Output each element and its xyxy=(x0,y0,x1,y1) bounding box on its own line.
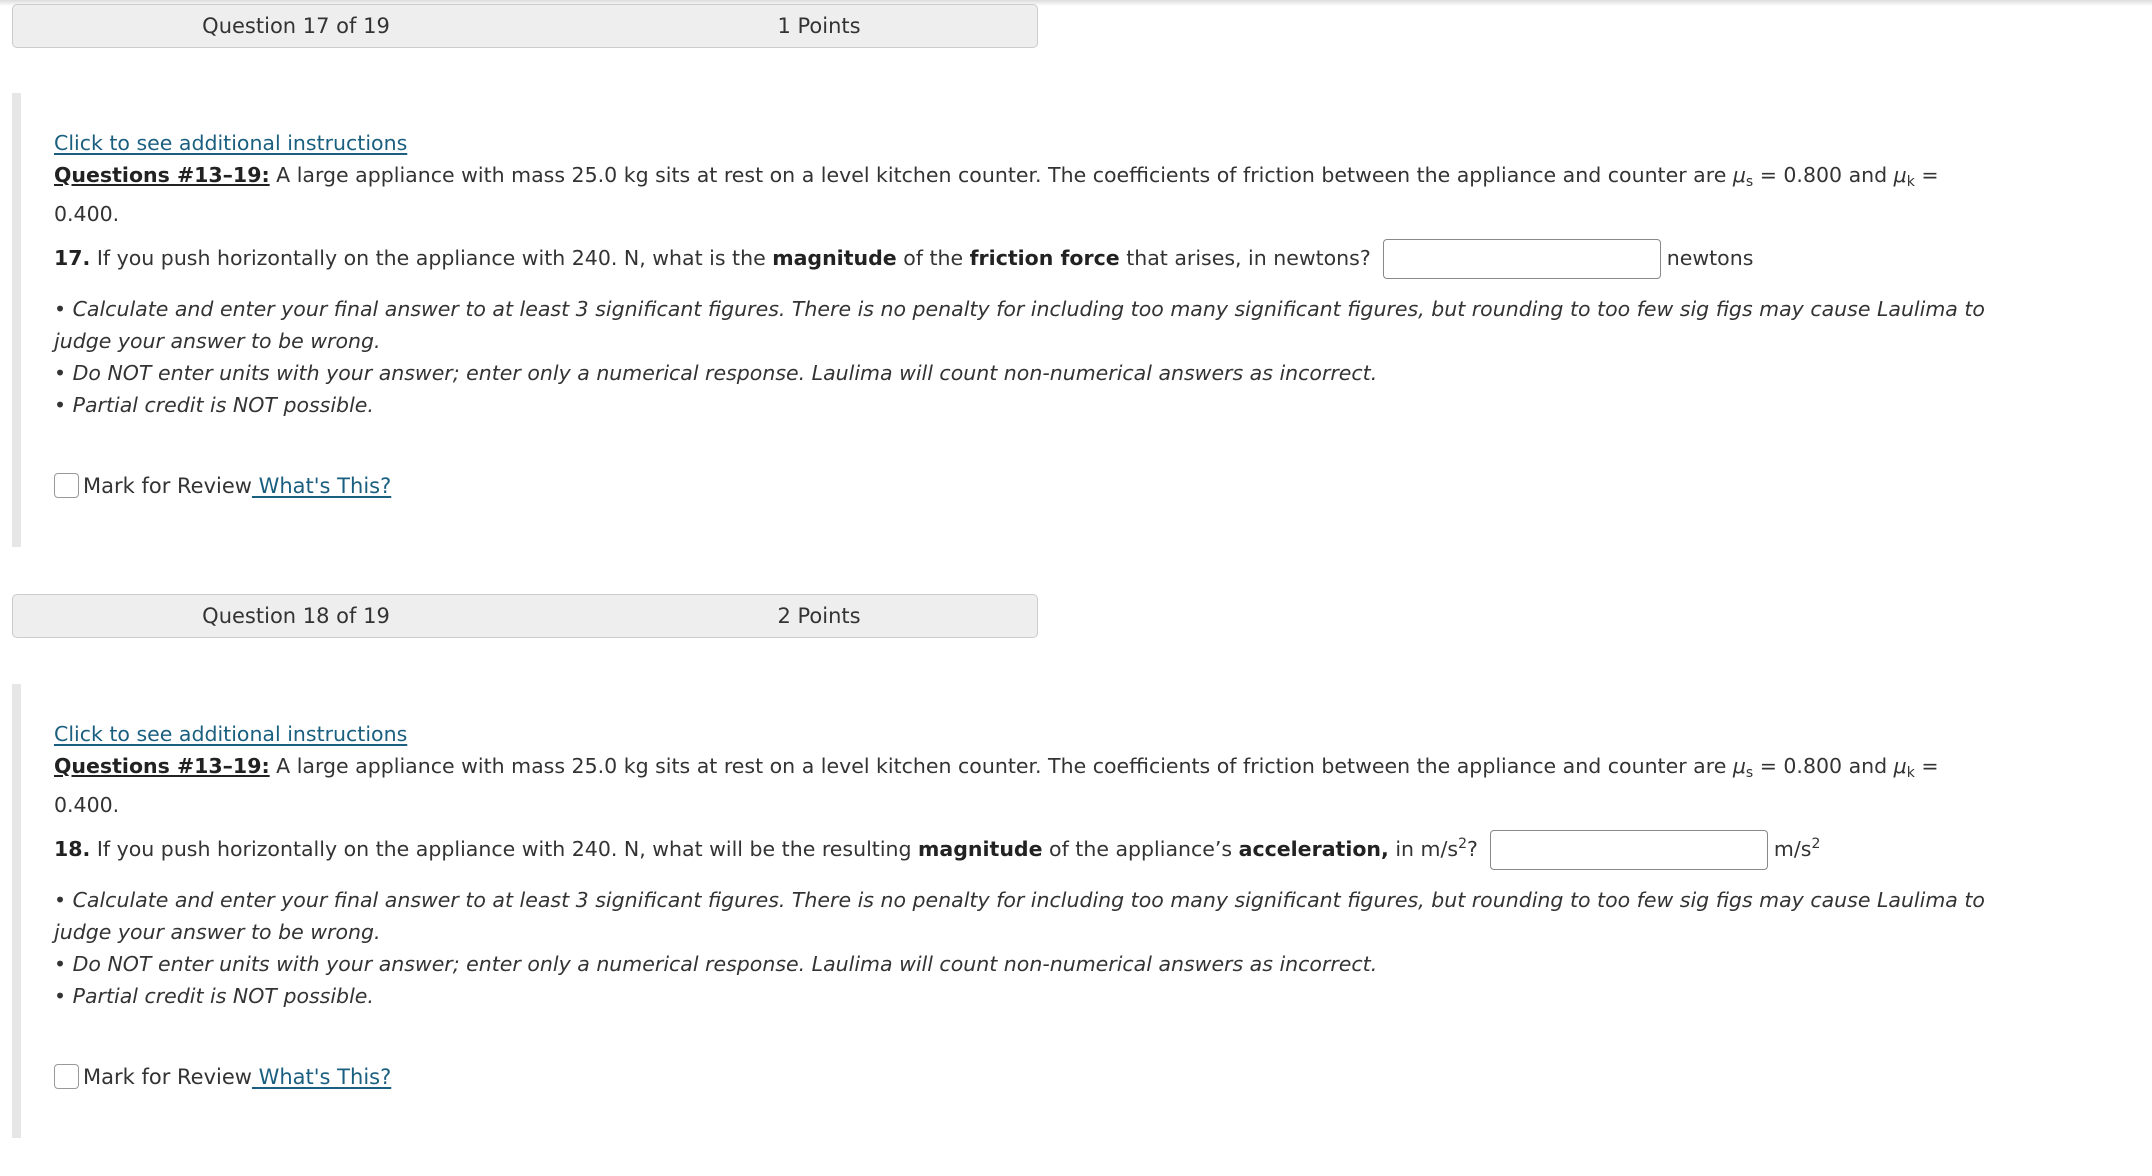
answer-input[interactable] xyxy=(1382,239,1661,279)
question-17-body: Click to see additional instructions Que… xyxy=(12,93,2112,547)
mark-for-review-checkbox[interactable] xyxy=(54,1064,79,1089)
question-17-header: Question 17 of 19 1 Points xyxy=(12,4,1038,48)
question-points: 1 Points xyxy=(777,14,861,38)
note-no-units: • Do NOT enter units with your answer; e… xyxy=(54,952,1378,976)
question-prompt: 18. If you push horizontally on the appl… xyxy=(54,830,2029,870)
mu-k-symbol: μk xyxy=(1893,754,1915,781)
intro-label: Questions #13–19: xyxy=(54,163,270,187)
answer-unit: m/s2 xyxy=(1773,836,1821,861)
answer-notes: • Calculate and enter your final answer … xyxy=(54,884,2029,1012)
answer-unit: newtons xyxy=(1666,246,1754,270)
answer-notes: • Calculate and enter your final answer … xyxy=(54,293,2029,421)
additional-instructions-link[interactable]: Click to see additional instructions xyxy=(54,131,407,155)
question-number: Question 18 of 19 xyxy=(202,604,390,628)
note-sig-figs: • Calculate and enter your final answer … xyxy=(54,297,1985,353)
question-intro: Questions #13–19: A large appliance with… xyxy=(54,750,1974,821)
mu-s-symbol: μs xyxy=(1732,754,1754,781)
mu-s-value: = 0.800 and xyxy=(1753,754,1894,778)
question-prompt: 17. If you push horizontally on the appl… xyxy=(54,239,2029,279)
mu-s-value: = 0.800 and xyxy=(1753,163,1894,187)
answer-input[interactable] xyxy=(1489,830,1768,870)
additional-instructions-link[interactable]: Click to see additional instructions xyxy=(54,722,407,746)
mark-for-review-checkbox[interactable] xyxy=(54,473,79,498)
question-18-header: Question 18 of 19 2 Points xyxy=(12,594,1038,638)
note-no-units: • Do NOT enter units with your answer; e… xyxy=(54,361,1378,385)
question-intro: Questions #13–19: A large appliance with… xyxy=(54,159,1974,230)
note-sig-figs: • Calculate and enter your final answer … xyxy=(54,888,1985,944)
question-18-body: Click to see additional instructions Que… xyxy=(12,684,2112,1138)
note-partial-credit: • Partial credit is NOT possible. xyxy=(54,393,374,417)
mu-k-symbol: μk xyxy=(1893,163,1915,190)
mark-for-review: Mark for Review What's This? xyxy=(54,473,391,498)
mu-s-symbol: μs xyxy=(1732,163,1754,190)
whats-this-link[interactable]: What's This? xyxy=(252,1065,392,1089)
question-points: 2 Points xyxy=(777,604,861,628)
mark-for-review-label[interactable]: Mark for Review xyxy=(83,1065,252,1089)
prompt-number: 18. xyxy=(54,837,91,861)
intro-text: A large appliance with mass 25.0 kg sits… xyxy=(269,163,1733,187)
mark-for-review-label[interactable]: Mark for Review xyxy=(83,474,252,498)
intro-text: A large appliance with mass 25.0 kg sits… xyxy=(269,754,1733,778)
question-number: Question 17 of 19 xyxy=(202,14,390,38)
intro-label: Questions #13–19: xyxy=(54,754,270,778)
note-partial-credit: • Partial credit is NOT possible. xyxy=(54,984,374,1008)
mark-for-review: Mark for Review What's This? xyxy=(54,1064,391,1089)
whats-this-link[interactable]: What's This? xyxy=(252,474,392,498)
prompt-number: 17. xyxy=(54,246,91,270)
